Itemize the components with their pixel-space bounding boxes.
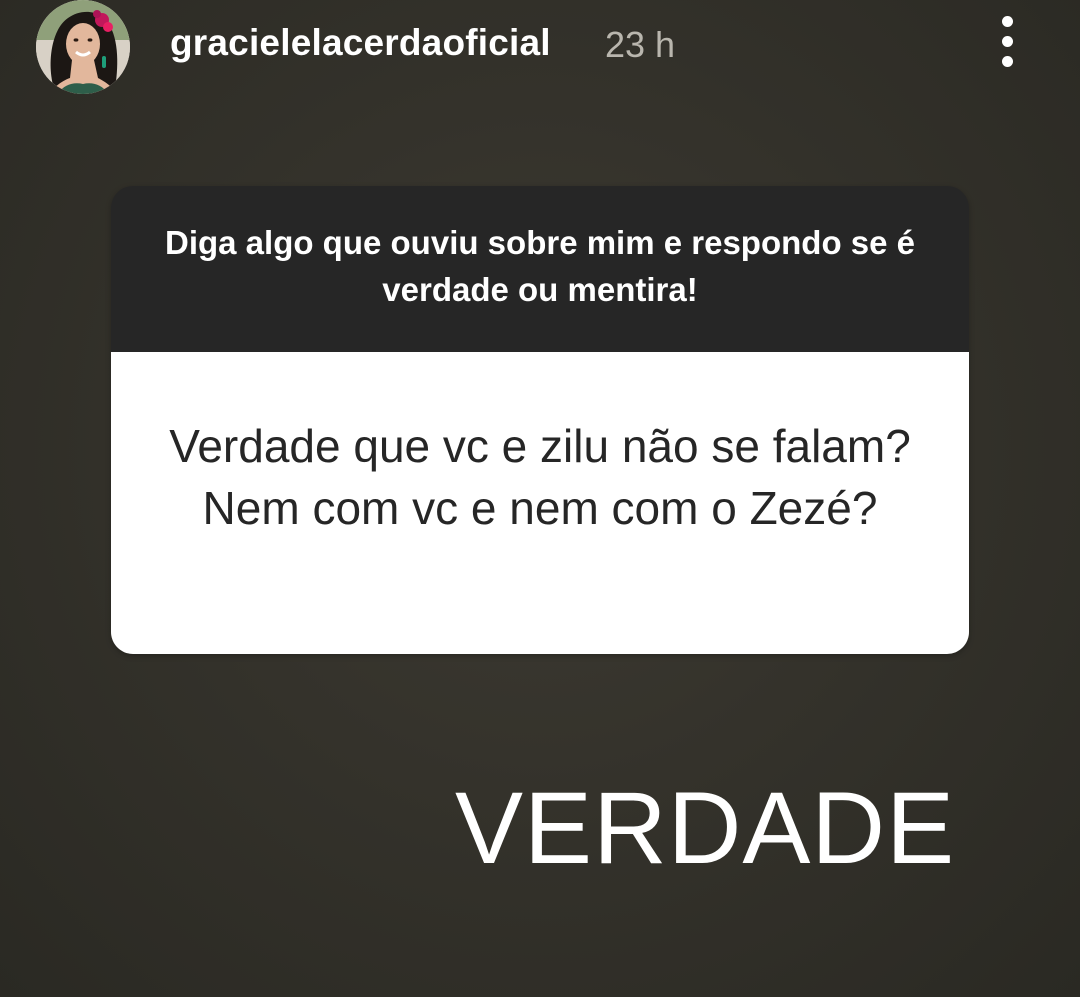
vertical-dot — [1002, 56, 1013, 67]
username-link[interactable]: gracielelacerdaoficial — [170, 22, 551, 64]
reply-text: VERDADE — [455, 771, 956, 885]
question-sticker[interactable]: Diga algo que ouviu sobre mim e respondo… — [111, 186, 969, 654]
profile-photo-icon — [36, 0, 130, 94]
post-time: 23 h — [605, 24, 676, 65]
avatar[interactable] — [36, 0, 130, 94]
vertical-dots-icon — [1002, 16, 1013, 27]
question-answer: Verdade que vc e zilu não se falam? Nem … — [169, 420, 911, 534]
more-options-button[interactable] — [988, 12, 1028, 72]
story-viewer[interactable]: gracielelacerdaoficial 23 h Diga algo qu… — [0, 0, 1080, 997]
question-sticker-header: Diga algo que ouviu sobre mim e respondo… — [111, 186, 969, 352]
question-prompt: Diga algo que ouviu sobre mim e respondo… — [165, 224, 915, 308]
question-sticker-body: Verdade que vc e zilu não se falam? Nem … — [111, 352, 969, 654]
vertical-dot — [1002, 36, 1013, 47]
